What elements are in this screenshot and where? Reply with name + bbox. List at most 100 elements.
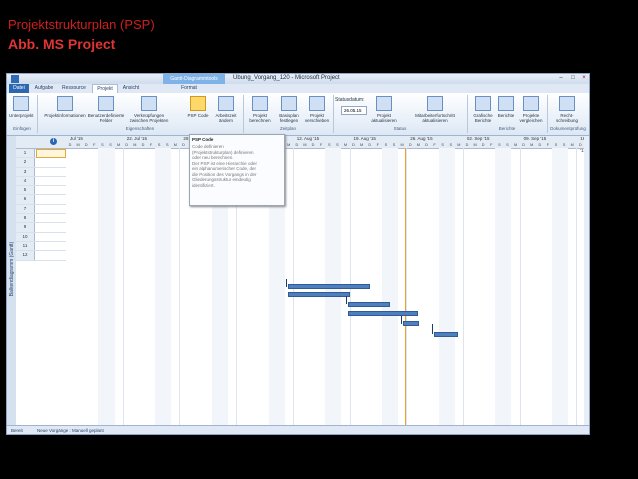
custom-fields-button[interactable]: Benutzerdefinierte Felder [87, 96, 125, 123]
change-working-time-button[interactable]: Arbeitszeit ändern [211, 96, 241, 123]
update-project-button[interactable]: Projekt aktualisieren [369, 96, 399, 123]
visual-reports-button[interactable]: Grafische Berichte [469, 96, 497, 123]
title-bar: Gantt-Diagrammtools Übung_Vorgang_120 - … [7, 74, 589, 84]
compare-icon [523, 96, 539, 111]
context-tab-gantt-tools: Gantt-Diagrammtools [163, 74, 225, 84]
status-date-label: Statusdatum: [335, 97, 365, 103]
row-number[interactable]: 3 [16, 167, 35, 176]
task-bar[interactable] [288, 284, 370, 289]
calculate-icon [252, 96, 268, 111]
wbs-code-button[interactable]: PSP Code [187, 96, 209, 118]
status-ready: Bereit [11, 428, 23, 433]
day-label: D [182, 143, 185, 147]
task-grid[interactable]: i 1 2 3 4 5 6 7 8 9 10 11 12 [16, 136, 66, 425]
row-number[interactable]: 12 [16, 251, 35, 260]
table-row[interactable]: 1 [16, 149, 66, 159]
day-label: D [408, 143, 412, 147]
tab-file[interactable]: Datei [9, 84, 29, 93]
day-label: F [546, 143, 550, 147]
wbs-code-tooltip: PSP Code Code definieren (Projektstruktur… [189, 134, 285, 206]
row-number[interactable]: 9 [16, 223, 35, 232]
selected-cell[interactable] [36, 149, 66, 158]
row-number[interactable]: 6 [16, 195, 35, 204]
close-icon[interactable]: × [578, 75, 589, 82]
progress-icon [427, 96, 443, 111]
row-number[interactable]: 2 [16, 158, 35, 167]
task-bar[interactable] [403, 321, 419, 326]
tab-format[interactable]: Format [177, 84, 201, 93]
row-number[interactable]: 10 [16, 232, 35, 241]
tab-ansicht[interactable]: Ansicht [119, 84, 143, 93]
status-bar: Bereit Neue Vorgänge : Manuell geplant [7, 425, 589, 434]
report-icon [498, 96, 514, 111]
new-tasks-mode[interactable]: Neue Vorgänge : Manuell geplant [37, 428, 104, 433]
project-info-button[interactable]: Projektinformationen [43, 96, 87, 118]
task-bar[interactable] [348, 311, 418, 316]
table-row[interactable]: 9 [16, 223, 66, 233]
status-date-line [405, 148, 406, 425]
day-label: M [343, 143, 348, 147]
day-label: M [117, 143, 121, 147]
tab-ressource[interactable]: Ressource [59, 84, 89, 93]
table-row[interactable]: 10 [16, 232, 66, 242]
row-number[interactable]: 5 [16, 186, 35, 195]
table-row[interactable]: 11 [16, 241, 66, 252]
set-baseline-button[interactable]: Basisplan festlegen [275, 96, 303, 123]
table-row[interactable]: 8 [16, 214, 66, 224]
day-label: D [68, 143, 72, 147]
row-number[interactable]: 11 [16, 241, 35, 251]
week-gridline [519, 148, 521, 425]
tab-aufgabe[interactable]: Aufgabe [32, 84, 56, 93]
tooltip-title: PSP Code [192, 137, 214, 142]
table-row[interactable]: 6 [16, 195, 66, 205]
gantt-chart[interactable]: Jul '1522. Jul '1529. Jul '1505. Aug '15… [66, 136, 589, 425]
task-bar[interactable] [288, 292, 350, 297]
day-label: D [295, 143, 299, 147]
table-row[interactable]: 3 [16, 167, 66, 177]
row-number[interactable]: 8 [16, 214, 35, 223]
minimize-icon[interactable]: – [555, 75, 567, 82]
day-label: D [352, 143, 355, 147]
window-title: Übung_Vorgang_120 - Microsoft Project [233, 75, 340, 81]
weekend-shading [495, 148, 512, 425]
spelling-button[interactable]: Recht-schreibung [551, 96, 583, 123]
task-bar[interactable] [348, 302, 390, 307]
task-rows: 1 2 3 4 5 6 7 8 9 10 11 12 [16, 149, 66, 261]
day-label: D [84, 143, 88, 147]
task-link [286, 279, 287, 287]
task-link [346, 296, 347, 304]
grid-header: i [16, 136, 66, 149]
row-number[interactable]: 1 [16, 149, 35, 158]
table-row[interactable]: 2 [16, 158, 66, 168]
vertical-scrollbar[interactable] [584, 136, 589, 425]
links-between-projects-button[interactable]: Verknüpfungen zwischen Projekten [127, 96, 171, 123]
table-row[interactable]: 5 [16, 186, 66, 196]
info-icon[interactable]: i [50, 138, 57, 145]
project-app-icon[interactable] [11, 75, 19, 83]
view-label: Balkendiagramm (Gantt) [9, 241, 15, 297]
table-row[interactable]: 12 [16, 251, 66, 261]
compare-projects-button[interactable]: Projekte vergleichen [517, 96, 545, 123]
day-label: F [149, 143, 153, 147]
table-row[interactable]: 7 [16, 204, 66, 215]
calculate-project-button[interactable]: Projekt berechnen [245, 96, 275, 123]
weekend-shading [552, 148, 569, 425]
day-label: F [93, 143, 96, 147]
row-number[interactable]: 4 [16, 176, 35, 186]
table-row[interactable]: 4 [16, 176, 66, 187]
reports-button[interactable]: Berichte [495, 96, 517, 118]
update-resource-progress-button[interactable]: Mitarbeiterfortschritt aktualisieren [407, 96, 463, 123]
status-date-field[interactable]: 26.05.15 [341, 106, 367, 115]
move-project-button[interactable]: Projekt verschieben [303, 96, 331, 123]
tooltip-body: Code definieren (Projektstrukturplan) def… [192, 144, 282, 188]
task-bar[interactable] [434, 332, 458, 337]
project-window: Gantt-Diagrammtools Übung_Vorgang_120 - … [6, 73, 590, 435]
row-number[interactable]: 7 [16, 204, 35, 214]
day-label: M [76, 143, 80, 147]
subproject-button[interactable]: Unterprojekt [9, 96, 34, 118]
project-info-icon [57, 96, 73, 111]
day-label: D [481, 143, 485, 147]
day-label: D [425, 143, 428, 147]
week-gridline [122, 148, 124, 425]
day-label: D [368, 143, 372, 147]
